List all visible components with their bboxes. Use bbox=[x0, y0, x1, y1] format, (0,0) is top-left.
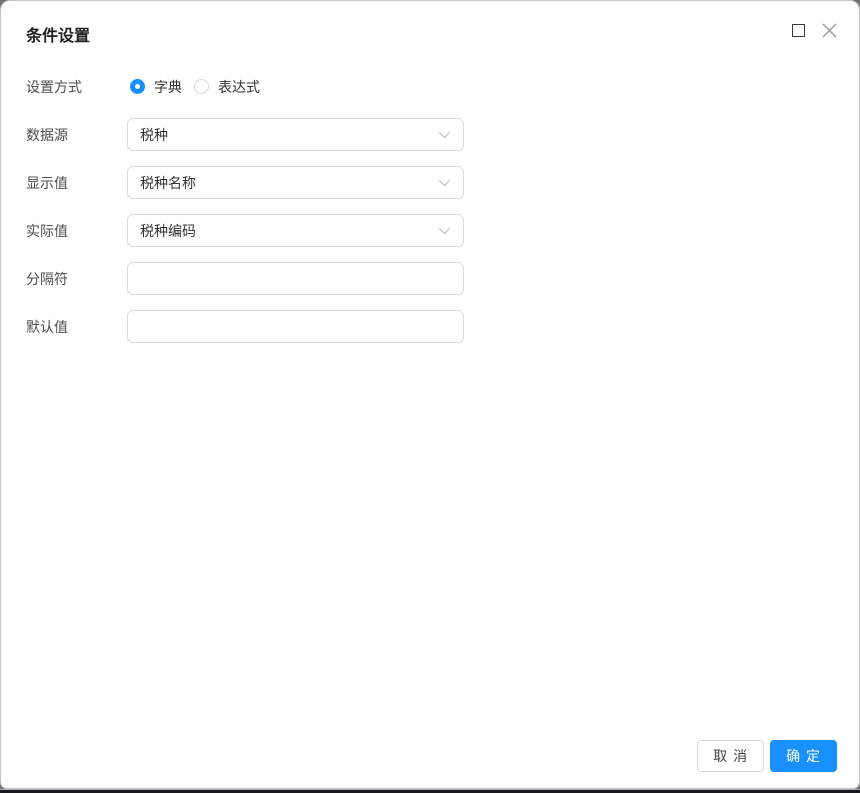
radio-option-label: 字典 bbox=[154, 77, 182, 97]
default-value-input[interactable] bbox=[127, 310, 464, 343]
datasource-row: 数据源 税种 bbox=[26, 118, 835, 151]
actual-value-row: 实际值 税种编码 bbox=[26, 214, 835, 247]
condition-form: 设置方式 字典 表达式 数据源 税种 bbox=[26, 70, 835, 343]
actual-value-label: 实际值 bbox=[26, 221, 127, 241]
radio-checked-icon bbox=[130, 79, 145, 94]
chevron-down-icon bbox=[438, 179, 451, 187]
cancel-button[interactable]: 取 消 bbox=[697, 740, 764, 772]
radio-option-dictionary[interactable]: 字典 bbox=[130, 77, 182, 97]
setting-method-label: 设置方式 bbox=[26, 77, 127, 97]
setting-method-row: 设置方式 字典 表达式 bbox=[26, 70, 835, 103]
dialog-content: 条件设置 设置方式 字典 bbox=[1, 1, 859, 788]
display-value-select[interactable]: 税种名称 bbox=[127, 166, 464, 199]
datasource-select[interactable]: 税种 bbox=[127, 118, 464, 151]
separator-input[interactable] bbox=[127, 262, 464, 295]
radio-option-label: 表达式 bbox=[218, 77, 260, 97]
default-value-label: 默认值 bbox=[26, 317, 127, 337]
setting-method-radio-group: 字典 表达式 bbox=[130, 77, 260, 97]
chevron-down-icon bbox=[438, 227, 451, 235]
dialog-footer: 取 消 确 定 bbox=[697, 740, 837, 772]
confirm-button[interactable]: 确 定 bbox=[770, 740, 837, 772]
window-bottom-edge bbox=[0, 789, 860, 793]
condition-settings-dialog: 条件设置 设置方式 字典 bbox=[0, 0, 860, 789]
display-value-label: 显示值 bbox=[26, 173, 127, 193]
actual-value-select[interactable]: 税种编码 bbox=[127, 214, 464, 247]
separator-row: 分隔符 bbox=[26, 262, 835, 295]
chevron-down-icon bbox=[438, 131, 451, 139]
radio-option-expression[interactable]: 表达式 bbox=[194, 77, 260, 97]
close-icon[interactable] bbox=[821, 22, 838, 39]
default-value-row: 默认值 bbox=[26, 310, 835, 343]
datasource-select-value: 税种 bbox=[140, 125, 430, 145]
maximize-icon[interactable] bbox=[792, 24, 805, 37]
display-value-select-value: 税种名称 bbox=[140, 173, 430, 193]
actual-value-select-value: 税种编码 bbox=[140, 221, 430, 241]
page-title: 条件设置 bbox=[26, 27, 835, 46]
display-value-row: 显示值 税种名称 bbox=[26, 166, 835, 199]
separator-label: 分隔符 bbox=[26, 269, 127, 289]
radio-unchecked-icon bbox=[194, 79, 209, 94]
datasource-label: 数据源 bbox=[26, 125, 127, 145]
window-controls bbox=[792, 22, 838, 39]
